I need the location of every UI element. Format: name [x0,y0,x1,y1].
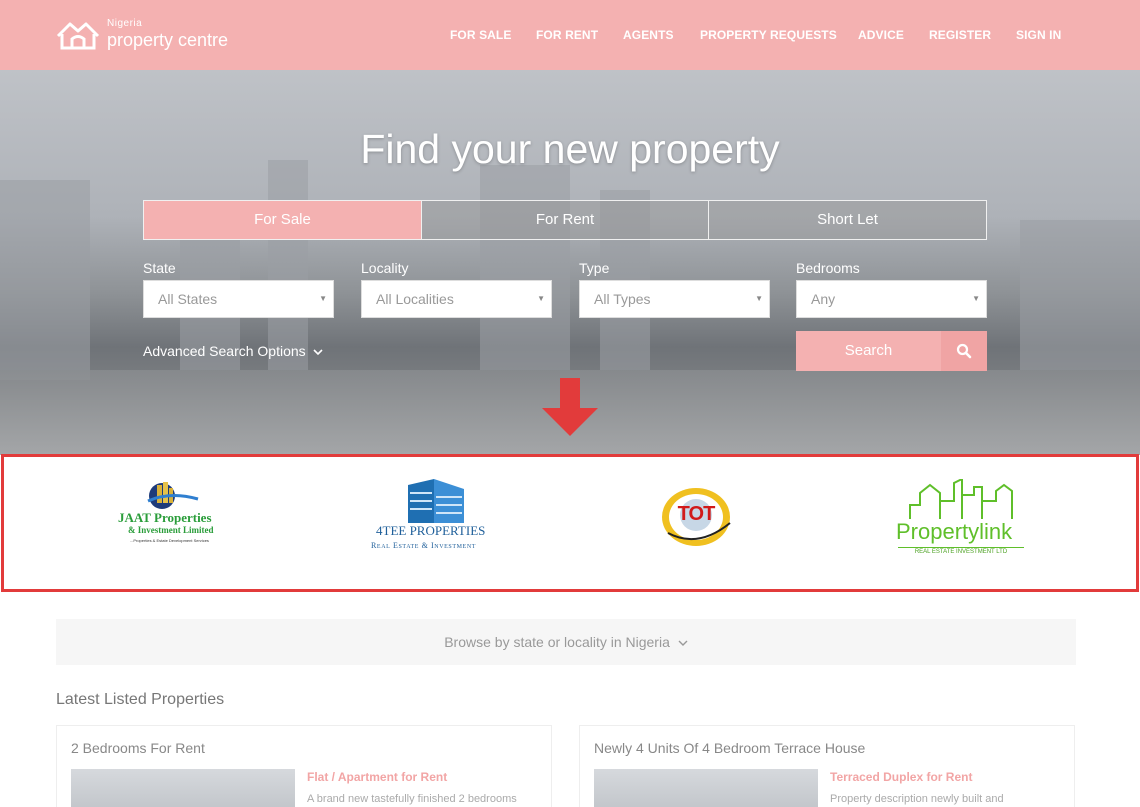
state-label: State [143,260,176,276]
state-select[interactable]: All States ▼ [143,280,334,318]
skyline-building [1020,220,1140,370]
locality-select[interactable]: All Localities ▼ [361,280,552,318]
type-label: Type [579,260,610,276]
listing-type[interactable]: Flat / Apartment for Rent [307,770,447,784]
tab-short-let[interactable]: Short Let [709,201,986,239]
state-value: All States [158,291,218,307]
search-button-label: Search [796,331,941,371]
chevron-down-icon [312,349,323,356]
jaat-buildings-icon [147,482,199,509]
listing-card[interactable]: 2 Bedrooms For Rent Flat / Apartment for… [56,725,552,807]
caret-down-icon: ▼ [755,294,763,303]
listing-description: Property description newly built and [830,793,1004,805]
listing-tabs: For Sale For Rent Short Let [143,200,987,240]
listing-description: A brand new tastefully finished 2 bedroo… [307,793,517,805]
jaat-tagline: ...Properties & Estate Development Servi… [130,538,209,543]
propertylink-tagline: REAL ESTATE INVESTMENT LTD [898,547,1024,555]
4tee-tagline: Real Estate & Investment [371,541,477,550]
type-value: All Types [594,291,651,307]
listing-photo[interactable] [594,769,818,807]
brand-4tee[interactable]: 4TEE PROPERTIES Real Estate & Investment [366,479,506,559]
locality-label: Locality [361,260,409,276]
bedrooms-field: Bedrooms Any ▼ [796,260,987,318]
propertylink-skyline-icon [909,479,1013,519]
hero-search: Find your new property For Sale For Rent… [0,70,1140,455]
tab-for-rent[interactable]: For Rent [422,201,709,239]
brand-jaat[interactable]: JAAT Properties & Investment Limited ...… [118,479,230,559]
state-field: State All States ▼ [143,260,334,318]
caret-down-icon: ▼ [972,294,980,303]
advanced-search-toggle[interactable]: Advanced Search Options [143,343,323,359]
propertylink-name: Propertylink [896,519,1013,544]
type-select[interactable]: All Types ▼ [579,280,770,318]
nav-property-requests[interactable]: PROPERTY REQUESTS [700,28,837,42]
listing-title[interactable]: Newly 4 Units Of 4 Bedroom Terrace House [594,740,865,756]
caret-down-icon: ▼ [319,294,327,303]
site-header: Nigeria property centre FOR SALE FOR REN… [0,0,1140,70]
bedrooms-label: Bedrooms [796,260,860,276]
bedrooms-value: Any [811,291,836,307]
search-button[interactable]: Search [796,331,987,371]
arrow-down-icon [542,378,598,436]
nav-register[interactable]: REGISTER [929,28,991,42]
bedrooms-select[interactable]: Any ▼ [796,280,987,318]
advanced-search-label: Advanced Search Options [143,343,306,359]
skyline-building [0,180,90,380]
listing-title[interactable]: 2 Bedrooms For Rent [71,740,205,756]
latest-listings-title: Latest Listed Properties [56,691,225,708]
hero-title: Find your new property [360,126,780,172]
nav-for-rent[interactable]: FOR RENT [536,28,598,42]
search-icon [941,331,987,371]
jaat-subtitle: & Investment Limited [128,525,214,535]
tab-for-sale[interactable]: For Sale [144,201,422,239]
brand-propertylink[interactable]: Propertylink REAL ESTATE INVESTMENT LTD [892,479,1032,559]
browse-label: Browse by state or locality in Nigeria [444,634,670,650]
tot-mark: TOT [677,503,716,525]
locality-field: Locality All Localities ▼ [361,260,552,318]
featured-agents-strip: JAAT Properties & Investment Limited ...… [1,454,1139,592]
jaat-name: JAAT Properties [118,510,212,525]
brand-tot[interactable]: TOT [658,477,738,557]
nav-agents[interactable]: AGENTS [623,28,674,42]
listing-card[interactable]: Newly 4 Units Of 4 Bedroom Terrace House… [579,725,1075,807]
caret-down-icon: ▼ [537,294,545,303]
nav-sign-in[interactable]: SIGN IN [1016,28,1061,42]
4tee-building-icon [408,479,464,523]
listing-type[interactable]: Terraced Duplex for Rent [830,770,972,784]
browse-by-state-toggle[interactable]: Browse by state or locality in Nigeria [56,619,1076,665]
locality-value: All Localities [376,291,454,307]
chevron-down-icon [678,640,688,646]
type-field: Type All Types ▼ [579,260,770,318]
4tee-name: 4TEE PROPERTIES [376,523,486,538]
main-nav: FOR SALE FOR RENT AGENTS PROPERTY REQUES… [0,28,1140,44]
nav-advice[interactable]: ADVICE [858,28,904,42]
listing-photo[interactable] [71,769,295,807]
nav-for-sale[interactable]: FOR SALE [450,28,511,42]
